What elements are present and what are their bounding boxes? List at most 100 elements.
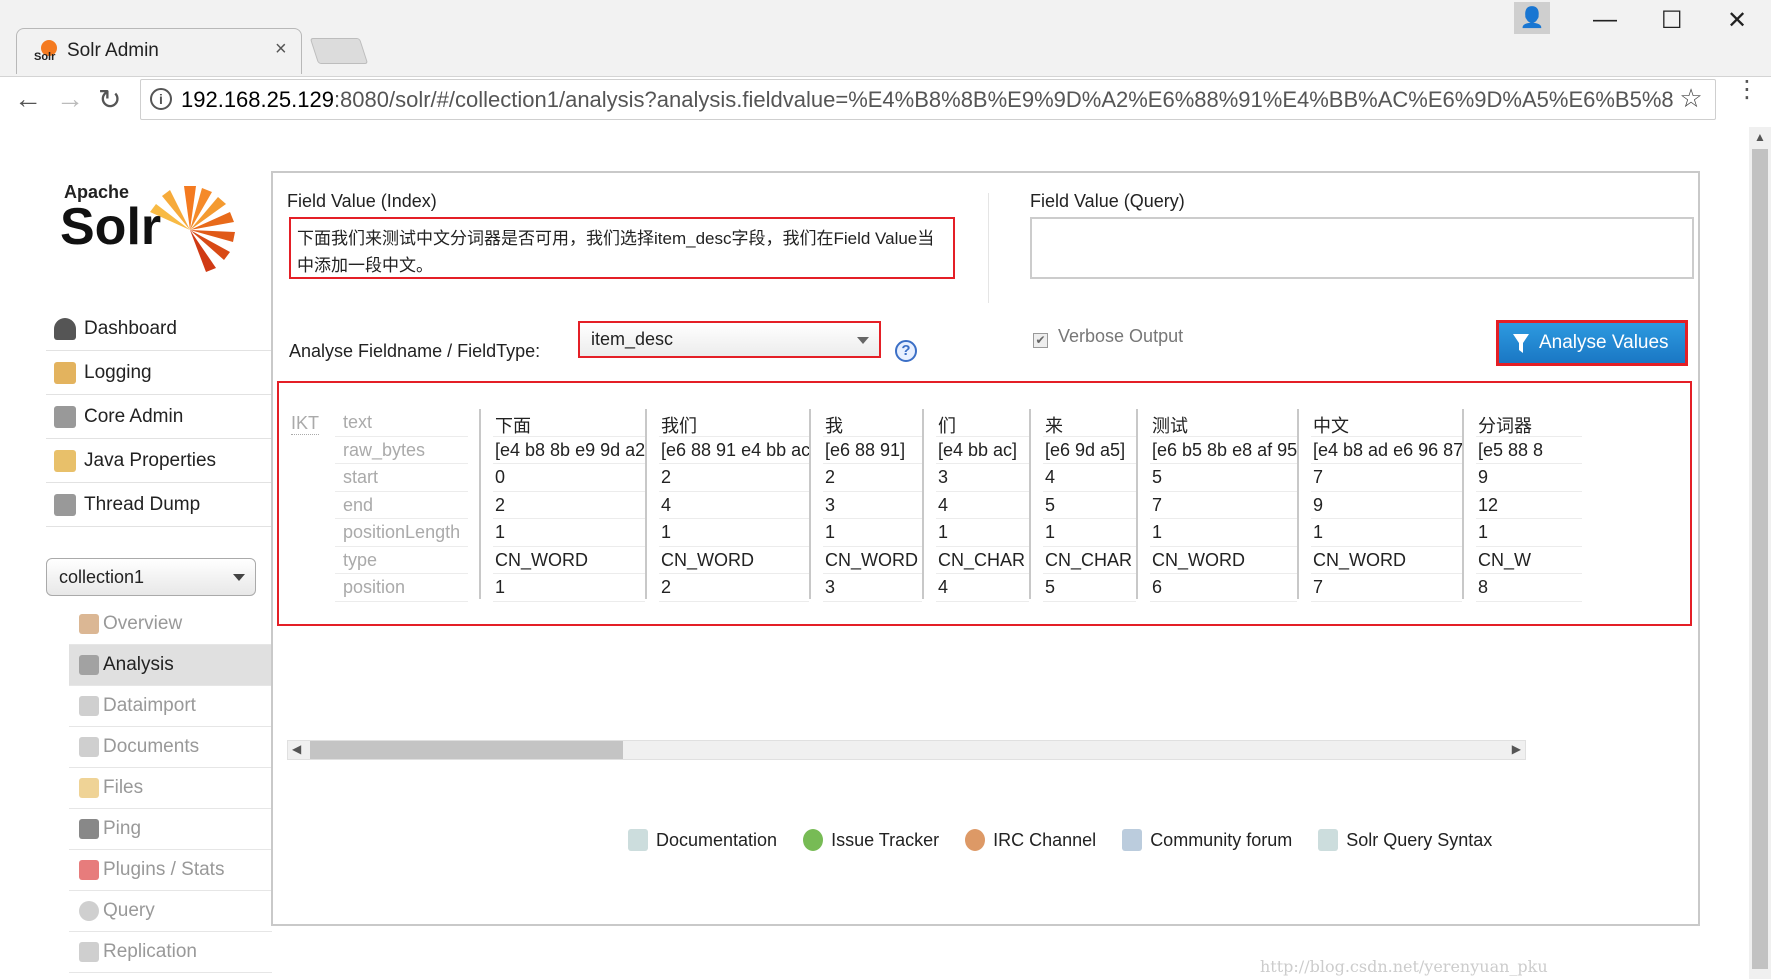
address-url: 192.168.25.129:8080/solr/#/collection1/a… — [181, 87, 1708, 113]
core-item-replication[interactable]: Replication — [69, 932, 272, 973]
scroll-right-icon[interactable]: ▶ — [1512, 742, 1521, 756]
new-tab-button[interactable] — [309, 38, 369, 64]
core-item-dataimport[interactable]: Dataimport — [69, 686, 272, 727]
token-type: CN_WORD — [493, 547, 645, 574]
profile-avatar-icon[interactable]: 👤 — [1514, 2, 1550, 34]
token-position: 6 — [1150, 574, 1297, 602]
token-position: 4 — [936, 574, 1029, 602]
browser-toolbar: ← → ↻ i 192.168.25.129:8080/solr/#/colle… — [0, 76, 1771, 126]
sidebar-item-java-properties[interactable]: Java Properties — [46, 439, 272, 483]
token-start: 3 — [936, 464, 1029, 492]
footer-label: Issue Tracker — [831, 829, 940, 850]
core-selector-value: collection1 — [59, 567, 145, 587]
core-item-documents[interactable]: Documents — [69, 727, 272, 768]
back-icon[interactable]: ← — [14, 83, 42, 115]
field-divider — [988, 193, 989, 303]
token-column: 我 [e6 88 91] 2 3 1 CN_WORD 3 — [809, 409, 922, 602]
chevron-down-icon — [233, 574, 245, 581]
token-type: CN_WORD — [823, 547, 922, 574]
java-icon — [54, 449, 76, 472]
bookmark-star-icon[interactable]: ☆ — [1675, 83, 1707, 114]
analyzer-name[interactable]: IKT — [291, 413, 320, 435]
token-column: 们 [e4 bb ac] 3 4 1 CN_CHAR 4 — [922, 409, 1029, 602]
token-positionlength: 1 — [1311, 519, 1462, 547]
verbose-label: Verbose Output — [1058, 326, 1184, 346]
analyse-values-button[interactable]: Analyse Values — [1496, 320, 1688, 366]
site-info-icon[interactable]: i — [150, 88, 172, 110]
sidebar-item-label: Java Properties — [84, 449, 217, 471]
token-raw-bytes: [e5 88 8 — [1476, 437, 1582, 464]
vertical-scrollbar[interactable]: ▲ — [1749, 127, 1771, 979]
attribute-column: text raw_bytes start end positionLength … — [335, 409, 468, 602]
sidebar: Apache Solr Dashboard Logging Core Admin… — [0, 127, 272, 979]
browser-menu-icon[interactable]: ⋮ — [1735, 78, 1759, 102]
core-item-label: Overview — [103, 613, 183, 634]
browser-tab[interactable]: Solr Solr Admin × — [16, 28, 302, 74]
attr-position: position — [335, 574, 468, 602]
core-item-plugins-stats[interactable]: Plugins / Stats — [69, 850, 272, 891]
token-text: 我们 — [659, 409, 809, 437]
footer-issue-tracker[interactable]: Issue Tracker — [803, 828, 939, 852]
core-item-analysis[interactable]: Analysis — [69, 645, 272, 686]
fieldtype-select[interactable]: item_desc — [578, 321, 881, 358]
footer-irc-channel[interactable]: IRC Channel — [965, 828, 1096, 852]
core-item-query[interactable]: Query — [69, 891, 272, 932]
token-raw-bytes: [e6 88 91] — [823, 437, 922, 464]
index-field-value-input[interactable]: 下面我们来测试中文分词器是否可用，我们选择item_desc字段，我们在Fiel… — [289, 217, 955, 279]
token-text: 中文 — [1311, 409, 1462, 437]
main-menu: Dashboard Logging Core Admin Java Proper… — [46, 307, 272, 527]
verbose-output-option[interactable]: ✔ Verbose Output — [1033, 326, 1183, 348]
token-type: CN_CHAR — [1043, 547, 1136, 574]
token-start: 7 — [1311, 464, 1462, 492]
token-end: 7 — [1150, 492, 1297, 519]
close-window-icon[interactable]: ✕ — [1727, 6, 1747, 35]
browser-chrome: Solr Solr Admin × 👤 — ☐ ✕ ← → ↻ i 192.16… — [0, 0, 1771, 126]
token-positionlength: 1 — [1476, 519, 1582, 547]
tab-title: Solr Admin — [67, 40, 159, 61]
sidebar-item-logging[interactable]: Logging — [46, 351, 272, 395]
footer-query-syntax[interactable]: Solr Query Syntax — [1318, 828, 1492, 852]
reload-icon[interactable]: ↻ — [98, 83, 121, 116]
footer-documentation[interactable]: Documentation — [628, 828, 777, 852]
core-item-overview[interactable]: Overview — [69, 604, 272, 645]
core-selector[interactable]: collection1 — [46, 558, 256, 596]
help-icon[interactable]: ? — [895, 340, 917, 362]
tab-close-icon[interactable]: × — [275, 38, 287, 61]
verbose-checkbox[interactable]: ✔ — [1033, 333, 1048, 348]
core-menu: Overview Analysis Dataimport Documents F… — [69, 604, 272, 973]
minimize-icon[interactable]: — — [1593, 6, 1617, 34]
token-position: 2 — [659, 574, 809, 602]
solr-favicon-icon: Solr — [34, 40, 57, 62]
sidebar-item-core-admin[interactable]: Core Admin — [46, 395, 272, 439]
core-admin-icon — [54, 405, 76, 428]
irc-icon — [965, 829, 986, 851]
sidebar-item-thread-dump[interactable]: Thread Dump — [46, 483, 272, 527]
core-item-ping[interactable]: Ping — [69, 809, 272, 850]
footer-label: Solr Query Syntax — [1346, 829, 1493, 850]
core-item-files[interactable]: Files — [69, 768, 272, 809]
token-raw-bytes: [e6 9d a5] — [1043, 437, 1136, 464]
core-item-label: Files — [103, 777, 144, 798]
token-raw-bytes: [e6 88 91 e4 bb ac] — [659, 437, 809, 464]
attr-position-length: positionLength — [335, 519, 468, 547]
scroll-thumb[interactable] — [310, 741, 623, 759]
forward-icon[interactable]: → — [56, 83, 84, 115]
token-end: 4 — [659, 492, 809, 519]
documents-icon — [79, 737, 99, 757]
query-field-value-input[interactable] — [1030, 217, 1694, 279]
scroll-left-icon[interactable]: ◀ — [292, 742, 301, 756]
sidebar-item-dashboard[interactable]: Dashboard — [46, 307, 272, 351]
ping-icon — [79, 819, 99, 839]
token-text: 分词器 — [1476, 409, 1582, 437]
horizontal-scrollbar[interactable]: ◀ ▶ — [287, 740, 1526, 760]
maximize-icon[interactable]: ☐ — [1661, 6, 1683, 35]
sidebar-item-label: Core Admin — [84, 405, 184, 427]
footer-community-forum[interactable]: Community forum — [1122, 828, 1292, 852]
token-end: 2 — [493, 492, 645, 519]
funnel-icon — [1513, 334, 1529, 353]
token-text: 测试 — [1150, 409, 1297, 437]
address-bar[interactable]: i 192.168.25.129:8080/solr/#/collection1… — [140, 79, 1716, 120]
scroll-up-icon[interactable]: ▲ — [1754, 130, 1766, 144]
footer-label: Community forum — [1150, 829, 1293, 850]
vertical-scroll-thumb[interactable] — [1752, 149, 1768, 969]
